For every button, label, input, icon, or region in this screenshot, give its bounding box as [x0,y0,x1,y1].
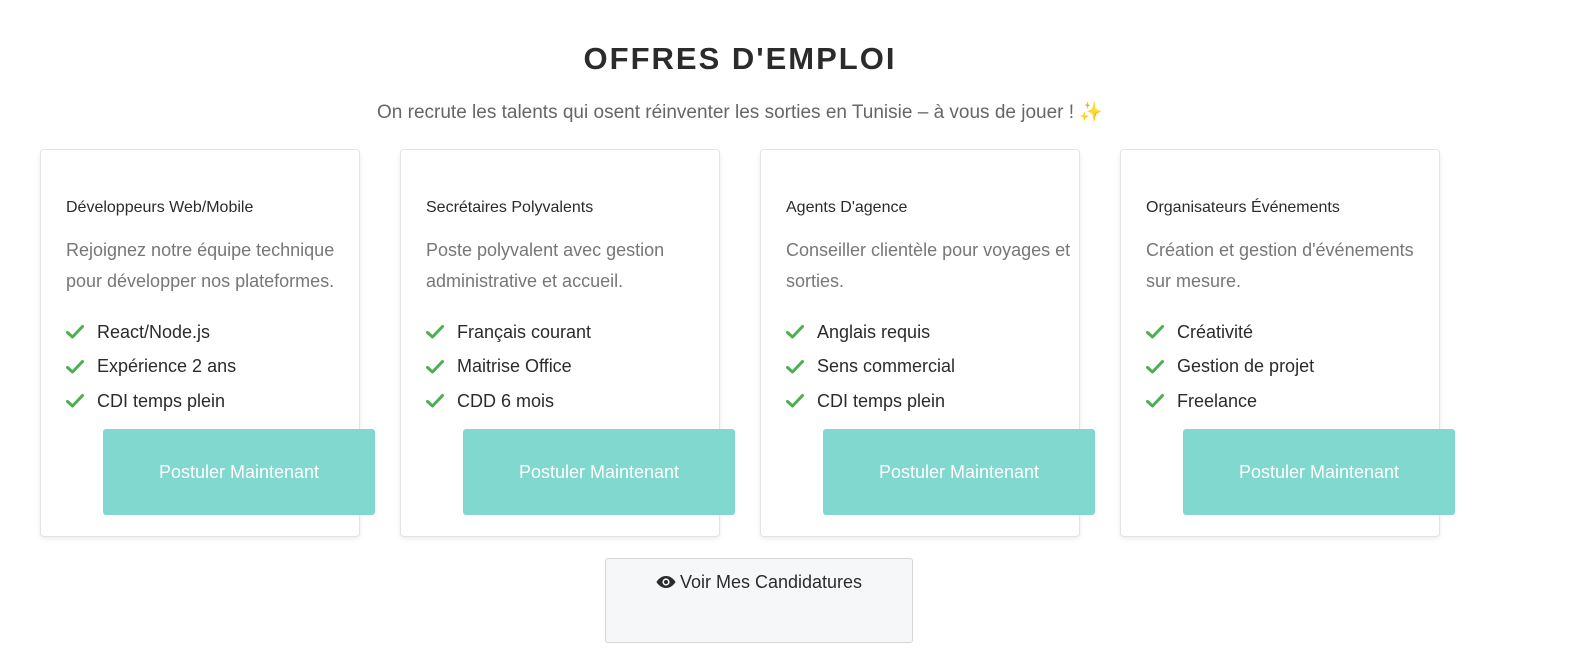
requirements-list: Anglais requis Sens commercial CDI temps… [786,315,955,419]
requirement-text: CDI temps plein [817,390,946,411]
view-applications-button[interactable]: Voir Mes Candidatures [605,558,913,643]
job-title: Organisateurs Événements [1146,199,1340,216]
requirement-text: Expérience 2 ans [97,356,237,377]
eye-icon [656,573,676,588]
requirement-text: Créativité [1177,321,1254,342]
check-icon [66,358,84,376]
requirement-item: Maitrise Office [426,350,591,385]
check-icon [1146,358,1164,376]
check-icon [66,392,84,410]
job-description: Poste polyvalent avec gestion administra… [426,240,665,291]
sparkles-icon: ✨ [1079,102,1103,123]
requirements-list: React/Node.js Expérience 2 ans CDI temps… [66,315,236,419]
check-icon [66,323,84,341]
requirements-list: Français courant Maitrise Office CDD 6 m… [426,315,591,419]
apply-button[interactable]: Postuler Maintenant [1183,429,1455,515]
requirement-item: Gestion de projet [1146,350,1314,385]
apply-button[interactable]: Postuler Maintenant [103,429,375,515]
requirement-text: Freelance [1177,390,1258,411]
job-card: Organisateurs Événements Création et ges… [1120,149,1455,537]
apply-button[interactable]: Postuler Maintenant [823,429,1095,515]
requirement-text: Maitrise Office [457,356,572,377]
job-card: Secrétaires Polyvalents Poste polyvalent… [400,149,735,537]
requirement-text: CDI temps plein [97,390,226,411]
requirement-item: CDI temps plein [786,384,955,419]
requirement-text: Français courant [457,321,592,342]
subtitle-text: On recrute les talents qui osent réinven… [377,102,1075,123]
requirement-text: React/Node.js [97,321,211,342]
job-description: Conseiller clientèle pour voyages et sor… [786,240,1071,291]
check-icon [426,323,444,341]
requirements-list: Créativité Gestion de projet Freelance [1146,315,1314,419]
requirement-item: React/Node.js [66,315,236,350]
apply-button[interactable]: Postuler Maintenant [463,429,735,515]
job-offers-page: OFFRES D'EMPLOI On recrute les talents q… [0,0,1592,662]
check-icon [786,323,804,341]
requirement-item: Français courant [426,315,591,350]
requirement-text: Sens commercial [817,356,956,377]
requirement-text: Gestion de projet [1177,356,1315,377]
requirement-item: Freelance [1146,384,1314,419]
check-icon [426,358,444,376]
job-title: Secrétaires Polyvalents [426,199,594,216]
requirement-item: Créativité [1146,315,1314,350]
check-icon [1146,323,1164,341]
page-title: OFFRES D'EMPLOI [583,41,897,76]
job-description: Rejoignez notre équipe technique pour dé… [66,240,335,291]
check-icon [1146,392,1164,410]
job-title: Agents D'agence [786,199,908,216]
check-icon [786,358,804,376]
requirement-item: Expérience 2 ans [66,350,236,385]
job-card: Agents D'agence Conseiller clientèle pou… [760,149,1095,537]
job-card: Développeurs Web/Mobile Rejoignez notre … [40,149,375,537]
job-title: Développeurs Web/Mobile [66,199,254,216]
requirement-item: CDD 6 mois [426,384,591,419]
page-subtitle: On recrute les talents qui osent réinven… [0,100,1480,124]
requirement-text: Anglais requis [817,321,931,342]
check-icon [426,392,444,410]
view-applications-label: Voir Mes Candidatures [679,572,863,592]
requirement-item: Anglais requis [786,315,955,350]
requirement-item: Sens commercial [786,350,955,385]
requirement-item: CDI temps plein [66,384,236,419]
check-icon [786,392,804,410]
requirement-text: CDD 6 mois [457,390,555,411]
job-description: Création et gestion d'événements sur mes… [1146,240,1414,291]
